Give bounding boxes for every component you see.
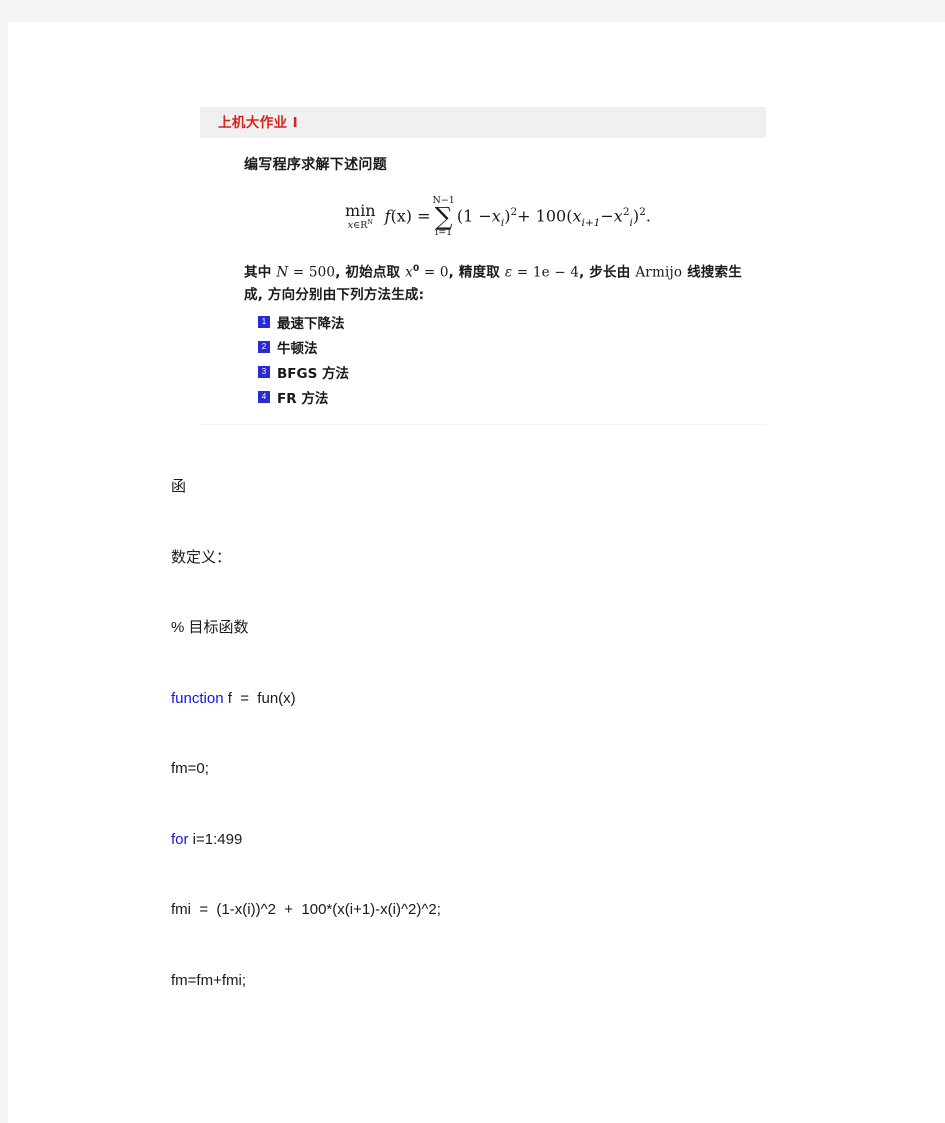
method-label: BFGS 方法	[277, 365, 350, 382]
code-keyword: function	[171, 689, 224, 707]
problem-card-header: 上机大作业 I	[200, 107, 766, 138]
body-line-text: i=1:499	[188, 830, 243, 848]
formula-expression: min x∈RN f(x) = N−1 ∑ i=1 (1 −xi)2+ 100(…	[345, 195, 651, 238]
body-line: 函	[171, 477, 871, 548]
objective-formula: min x∈RN f(x) = N−1 ∑ i=1 (1 −xi)2+ 100(…	[244, 195, 752, 238]
min-sub-sup: N	[367, 218, 373, 226]
method-label: 最速下降法	[277, 315, 345, 332]
sum-lower-limit: i=1	[435, 226, 453, 238]
method-label: FR 方法	[277, 390, 329, 407]
code-keyword: for	[171, 830, 189, 848]
body-line: % 目标函数	[171, 618, 871, 689]
body-line: fm=0;	[171, 759, 871, 830]
document-page: 上机大作业 I 编写程序求解下述问题 min x∈RN f(x) = N−1 ∑…	[8, 22, 945, 1123]
method-list: 1 最速下降法 2 牛顿法 3 BFGS 方法 4 FR 方法	[258, 312, 752, 407]
body-line: for i=1:499	[171, 830, 871, 901]
param-x0: x	[405, 264, 413, 281]
formula-period: .	[645, 206, 651, 226]
formula-f-arg: (x) =	[390, 206, 431, 226]
list-item: 3 BFGS 方法	[258, 362, 752, 382]
body-line-text: fm=0;	[171, 760, 209, 777]
list-item: 1 最速下降法	[258, 312, 752, 332]
body-line-text: f = fun(x)	[223, 689, 296, 707]
formula-term-open: (1 −	[456, 206, 492, 226]
problem-card-body: 编写程序求解下述问题 min x∈RN f(x) = N−1 ∑ i=1 (1 …	[200, 138, 766, 425]
problem-prompt: 编写程序求解下述问题	[244, 157, 387, 173]
body-line: 数定义：	[171, 548, 871, 619]
list-item: 4 FR 方法	[258, 387, 752, 407]
param-seg-3: , 精度取	[448, 264, 505, 281]
param-x0-value: = 0	[419, 264, 449, 281]
formula-xi2-power: 2	[622, 206, 630, 219]
body-line-text: 函	[171, 478, 187, 495]
param-armijo: Armijo	[635, 264, 683, 281]
body-line-text: 数定义：	[171, 548, 232, 566]
param-seg-2: , 初始点取	[335, 264, 406, 281]
body-line-text: fmi = (1-x(i))^2 + 100*(x(i+1)-x(i)^2)^2…	[171, 901, 441, 918]
body-line-text: fm=fm+fmi;	[171, 971, 247, 989]
problem-parameters: 其中 N = 500, 初始点取 x0 = 0, 精度取 ε = 1e − 4,…	[244, 258, 752, 306]
list-item: 2 牛顿法	[258, 337, 752, 357]
formula-xi: x	[491, 206, 501, 226]
problem-card-title: 上机大作业 I	[218, 115, 299, 131]
body-line: fm=fm+fmi;	[171, 971, 871, 1042]
body-line-text: % 目标函数	[171, 619, 249, 636]
formula-minus: −	[600, 206, 614, 226]
method-label: 牛顿法	[277, 340, 318, 357]
min-subscript: x∈RN	[345, 218, 376, 231]
min-op-text: min	[345, 201, 376, 221]
list-number-badge: 2	[258, 340, 270, 353]
min-operator: min x∈RN	[345, 201, 376, 231]
list-number-badge: 4	[258, 390, 270, 403]
formula-plus-100: + 100(	[517, 206, 573, 226]
param-N: N	[276, 264, 289, 281]
formula-xi2: x	[613, 206, 623, 226]
list-number-badge: 3	[258, 365, 270, 378]
param-seg-4: , 步长由	[579, 264, 636, 281]
code-body: 函 数定义： % 目标函数 function f = fun(x) fm=0; …	[171, 477, 871, 1041]
body-line: function f = fun(x)	[171, 689, 871, 760]
param-epsilon-value: = 1e − 4	[512, 264, 580, 281]
param-seg-1: 其中	[244, 264, 277, 281]
param-N-value: = 500	[288, 264, 336, 281]
problem-card: 上机大作业 I 编写程序求解下述问题 min x∈RN f(x) = N−1 ∑…	[200, 107, 766, 425]
list-number-badge: 1	[258, 315, 270, 328]
formula-xi1-index: i+1	[581, 216, 601, 229]
sum-sigma-icon: ∑	[434, 202, 453, 232]
summation-operator: N−1 ∑ i=1	[433, 195, 455, 238]
formula-square-2: 2	[639, 206, 646, 219]
body-line: fmi = (1-x(i))^2 + 100*(x(i+1)-x(i)^2)^2…	[171, 900, 871, 971]
